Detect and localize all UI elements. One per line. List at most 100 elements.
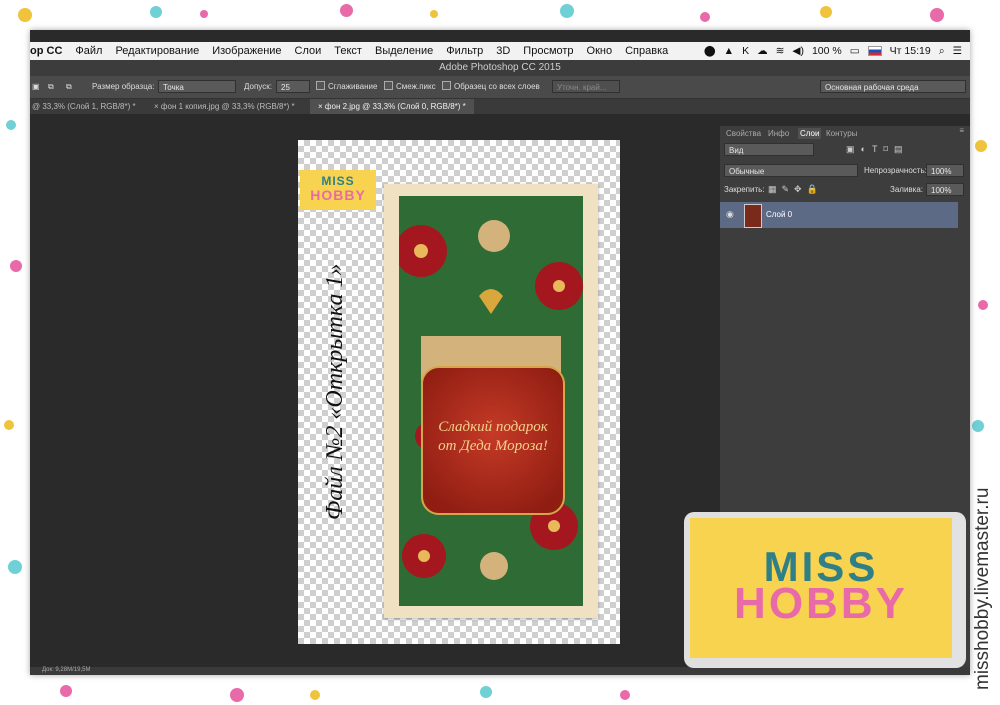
opacity-value: 100%	[931, 167, 952, 176]
checkbox-icon	[442, 81, 451, 90]
sample-size-select[interactable]: Точка	[158, 80, 236, 93]
opacity-label: Непрозрачность:	[864, 166, 927, 175]
all-layers-label: Образец со всех слоев	[454, 82, 540, 91]
card-plaque: Сладкий подарок от Деда Мороза!	[421, 366, 565, 515]
menu-file[interactable]: Файл	[75, 45, 102, 57]
layer-name[interactable]: Слой 0	[766, 210, 792, 219]
copy-icon[interactable]: ⧉	[48, 76, 54, 98]
menu-view[interactable]: Просмотр	[523, 45, 573, 57]
menu-layers[interactable]: Слои	[295, 45, 322, 57]
lock-label: Закрепить:	[724, 185, 765, 194]
wifi-icon[interactable]: ≋	[776, 45, 785, 57]
card-background: Сладкий подарок от Деда Мороза!	[399, 196, 583, 606]
tab-label: @ 33,3% (Слой 1, RGB/8*) *	[32, 102, 136, 111]
mac-menubar: ор CC Файл Редактирование Изображение Сл…	[30, 42, 970, 60]
logo-small: MISS HOBBY	[300, 170, 376, 210]
tab-label: фон 1 копия.jpg @ 33,3% (RGB/8*) *	[160, 102, 295, 111]
refine-label: Уточн. край...	[557, 83, 607, 92]
logo-overlay: MISS HOBBY	[684, 512, 966, 668]
doc-size: Док: 9,28М/19,5М	[42, 667, 91, 673]
layer-thumbnail	[744, 204, 762, 228]
greeting-card: Сладкий подарок от Деда Мороза!	[384, 184, 598, 618]
card-greeting-line2: от Деда Мороза!	[438, 438, 548, 454]
clock[interactable]: Чт 15:19	[890, 45, 931, 57]
contiguous-label: Смеж.пикс	[396, 82, 436, 91]
fill-value: 100%	[931, 186, 952, 195]
filter-value: Вид	[729, 146, 744, 155]
copy-icon[interactable]: ⧉	[66, 76, 72, 98]
document-canvas[interactable]: MISS HOBBY Файл №2 «Открытка 1» Сладкий …	[298, 140, 620, 644]
menu-edit[interactable]: Редактирование	[115, 45, 199, 57]
tab-layers[interactable]: Слои	[798, 128, 822, 139]
menu-filter[interactable]: Фильтр	[446, 45, 483, 57]
opacity-input[interactable]: 100%	[926, 164, 964, 177]
check-icon	[384, 81, 393, 90]
cloud-icon[interactable]: ☁	[757, 45, 768, 57]
battery-icon[interactable]: ▭	[850, 45, 860, 57]
contiguous-checkbox[interactable]: Смеж.пикс	[384, 76, 436, 98]
filter-icons[interactable]: ▣◐T⌑▤	[846, 144, 909, 155]
logo-small-hobby: HOBBY	[310, 187, 366, 203]
layer-row-selected[interactable]: ◉ Слой 0	[720, 202, 958, 228]
sound-icon[interactable]: ◀)	[792, 45, 804, 57]
fill-input[interactable]: 100%	[926, 183, 964, 196]
panel-menu-icon[interactable]: ≡	[959, 126, 964, 135]
watermark-text: misshobby.livemaster.ru	[972, 488, 993, 690]
workspace-value: Основная рабочая среда	[825, 83, 919, 92]
menu-window[interactable]: Окно	[587, 45, 613, 57]
tolerance-input[interactable]: 25	[276, 80, 310, 93]
check-icon	[316, 81, 325, 90]
menu-select[interactable]: Выделение	[375, 45, 433, 57]
tab-info[interactable]: Инфо	[768, 128, 789, 139]
rotated-caption: Файл №2 «Открытка 1»	[322, 264, 348, 521]
window-title: Adobe Photoshop CC 2015	[30, 60, 970, 76]
visibility-eye-icon[interactable]: ◉	[726, 209, 734, 220]
refine-edge-button[interactable]: Уточн. край...	[552, 80, 620, 93]
close-icon[interactable]: ×	[154, 102, 161, 111]
menu-list-icon[interactable]: ☰	[953, 45, 962, 57]
logo-small-miss: MISS	[321, 174, 355, 188]
tab-paths[interactable]: Контуры	[826, 128, 857, 139]
menu-3d[interactable]: 3D	[496, 45, 510, 57]
drive-icon[interactable]: ▲	[724, 45, 734, 57]
menu-image[interactable]: Изображение	[212, 45, 281, 57]
blend-mode-select[interactable]: Обычные	[724, 164, 858, 177]
tab-properties[interactable]: Свойства	[726, 128, 761, 139]
menu-help[interactable]: Справка	[625, 45, 668, 57]
document-tabs: @ 33,3% (Слой 1, RGB/8*) * × фон 1 копия…	[30, 99, 970, 114]
lock-icons[interactable]: ▦✎✥🔒	[768, 184, 823, 195]
options-bar: ▣ ⧉ ⧉ Размер образца: Точка Допуск: 25 С…	[30, 76, 970, 99]
antialias-checkbox[interactable]: Сглаживание	[316, 76, 377, 98]
logo-background: MISS HOBBY	[690, 518, 952, 658]
k-icon[interactable]: K	[742, 45, 749, 57]
status-bar: Док: 9,28М/19,5М	[30, 667, 970, 675]
all-layers-checkbox[interactable]: Образец со всех слоев	[442, 76, 540, 98]
tool-preset-icon[interactable]: ▣	[32, 76, 40, 98]
antialias-label: Сглаживание	[328, 82, 378, 91]
blend-value: Обычные	[729, 167, 765, 176]
flag-icon[interactable]	[867, 46, 882, 56]
layer-filter-select[interactable]: Вид	[724, 143, 814, 156]
card-greeting-line1: Сладкий подарок	[438, 419, 548, 435]
search-icon[interactable]: ⌕	[939, 45, 945, 58]
sample-size-value: Точка	[163, 83, 184, 92]
sample-size-label: Размер образца:	[92, 82, 155, 91]
tab-label: фон 2.jpg @ 33,3% (Слой 0, RGB/8*) *	[324, 102, 466, 111]
watermark: misshobby.livemaster.ru	[972, 488, 993, 690]
fill-label: Заливка:	[890, 185, 924, 194]
workspace-select[interactable]: Основная рабочая среда	[820, 80, 966, 93]
tab-document-3[interactable]: × фон 2.jpg @ 33,3% (Слой 0, RGB/8*) *	[310, 99, 474, 114]
battery-text: 100 %	[811, 45, 842, 57]
app-menu[interactable]: ор CC	[30, 45, 62, 57]
tolerance-value: 25	[281, 83, 290, 92]
tab-document-2[interactable]: × фон 1 копия.jpg @ 33,3% (RGB/8*) *	[146, 99, 303, 114]
menubar-status: ⬤ ▲ K ☁ ≋ ◀) 100 % ▭ Чт 15:19 ⌕ ☰	[696, 42, 962, 60]
logo-hobby: HOBBY	[734, 579, 908, 628]
status-icon[interactable]: ⬤	[704, 45, 716, 57]
menu-type[interactable]: Текст	[334, 45, 362, 57]
close-icon[interactable]: ×	[318, 102, 325, 111]
tolerance-label: Допуск:	[244, 82, 272, 91]
card-greeting: Сладкий подарок от Деда Мороза!	[423, 418, 563, 456]
tab-document-1[interactable]: @ 33,3% (Слой 1, RGB/8*) *	[30, 99, 144, 114]
rotated-caption-text: Файл №2 «Открытка 1»	[322, 264, 348, 521]
